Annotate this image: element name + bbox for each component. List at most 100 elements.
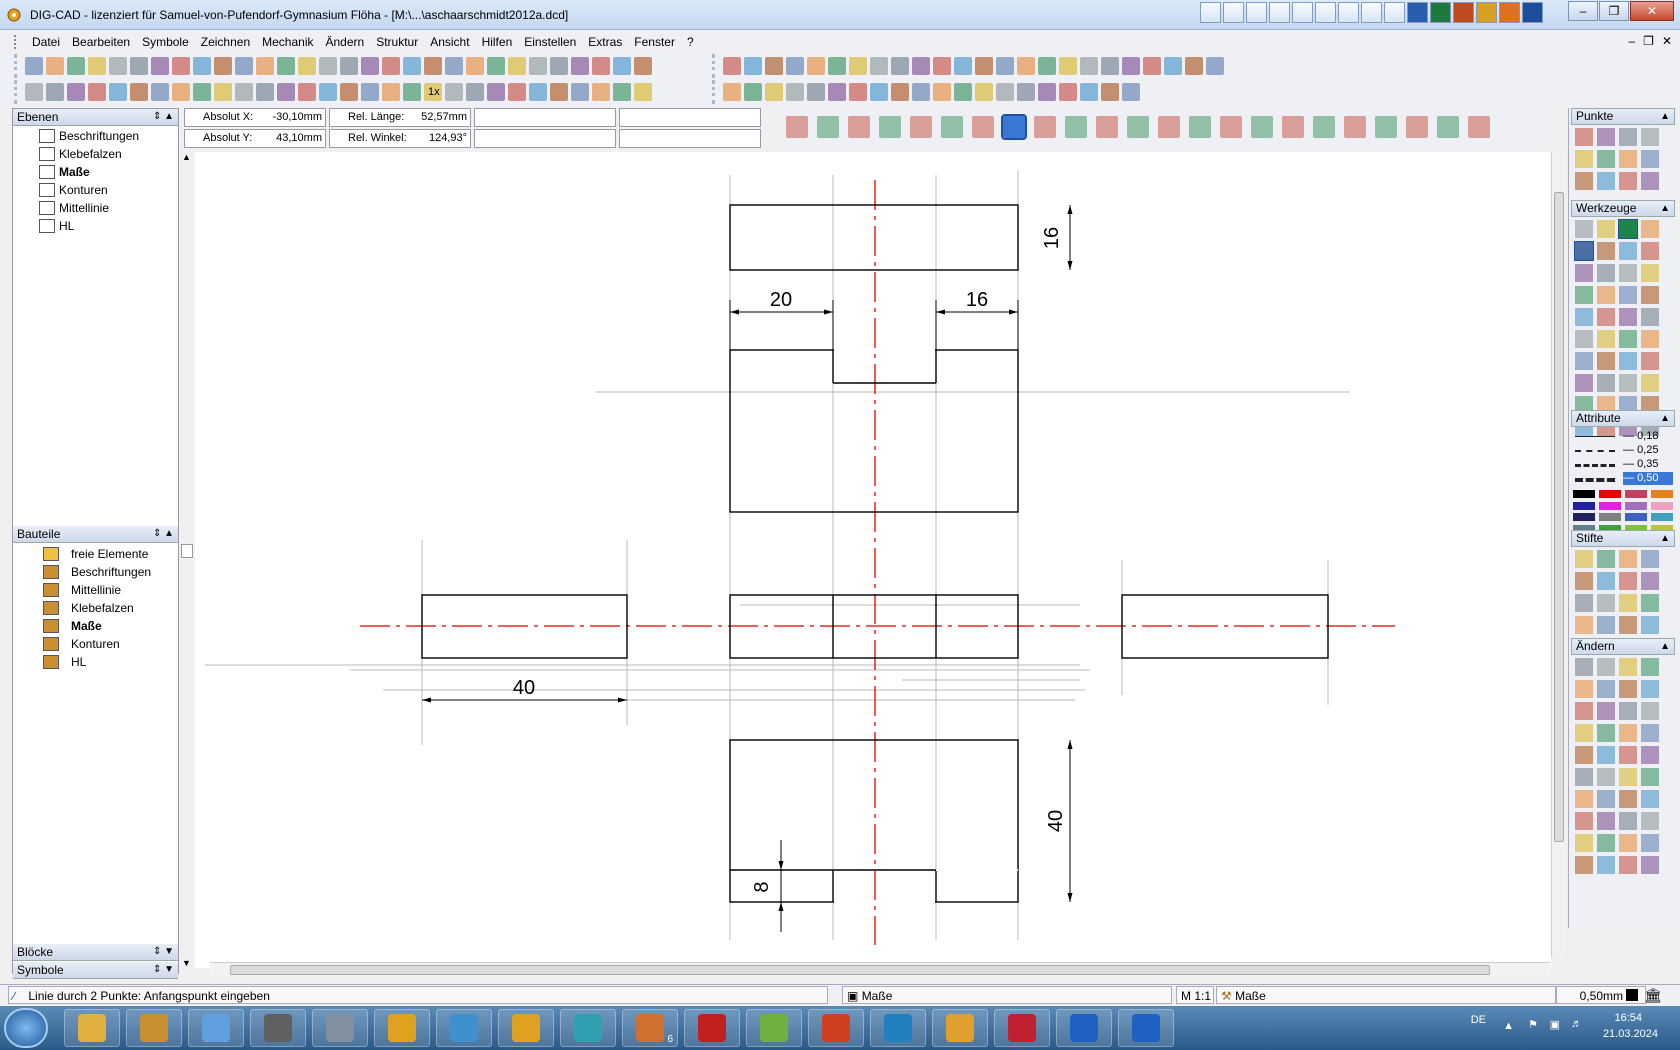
draw-tool-icon[interactable] <box>1065 116 1087 138</box>
toolbar-tool-icon[interactable] <box>298 57 316 75</box>
toolbar-tool-icon[interactable] <box>67 57 85 75</box>
volume-icon[interactable]: ♬ <box>1571 1018 1582 1030</box>
toolbar-tool-icon[interactable] <box>1101 83 1119 101</box>
panel-tool-icon[interactable] <box>1575 702 1593 720</box>
panel-tool-icon[interactable] <box>1641 834 1659 852</box>
panel-tool-icon[interactable] <box>1619 680 1637 698</box>
collapse-icon[interactable]: ▲ <box>1660 109 1670 124</box>
toolbar-tool-icon[interactable] <box>109 57 127 75</box>
minimize-button[interactable]: – <box>1568 1 1598 21</box>
collapse-icon[interactable]: ▲ <box>1660 639 1670 654</box>
line-width-option[interactable]: — 0,25 <box>1623 444 1673 457</box>
taskbar-button[interactable] <box>746 1009 802 1047</box>
panel-tool-icon[interactable] <box>1575 812 1593 830</box>
toolbar-tool-icon[interactable] <box>151 83 169 101</box>
panel-tool-icon[interactable] <box>1575 330 1593 348</box>
panel-tool-icon[interactable] <box>1597 308 1615 326</box>
panel-tool-icon[interactable] <box>1575 790 1593 808</box>
toolbar-tool-icon[interactable] <box>214 83 232 101</box>
toolbar-tool-icon[interactable] <box>172 83 190 101</box>
panel-tool-icon[interactable] <box>1619 658 1637 676</box>
line-width-option[interactable]: — 0,35 <box>1623 458 1673 471</box>
panel-tool-icon[interactable] <box>1575 308 1593 326</box>
taskbar-button[interactable] <box>684 1009 740 1047</box>
draw-tool-icon[interactable] <box>1313 116 1335 138</box>
panel-tool-icon[interactable] <box>1575 616 1593 634</box>
expand-icon[interactable]: ⇕ ▼ <box>153 944 174 960</box>
panel-tool-icon[interactable] <box>1619 746 1637 764</box>
scroll-up-icon[interactable]: ▲ <box>182 152 191 162</box>
panel-tool-icon[interactable] <box>1597 702 1615 720</box>
panel-tool-icon[interactable] <box>1575 374 1593 392</box>
color-swatch[interactable] <box>1599 513 1621 521</box>
menu-item[interactable]: Ändern <box>319 35 370 49</box>
werkzeuge-panel-header[interactable]: Werkzeuge ▲ <box>1571 200 1675 217</box>
toolbar-tool-icon[interactable] <box>214 57 232 75</box>
panel-tool-icon[interactable] <box>1619 790 1637 808</box>
draw-tool-icon[interactable] <box>1220 116 1242 138</box>
panel-tool-icon[interactable] <box>1641 150 1659 168</box>
tree-item[interactable]: Maße <box>13 617 178 635</box>
panel-tool-icon[interactable] <box>1575 128 1593 146</box>
draw-tool-icon[interactable] <box>1096 116 1118 138</box>
draw-tool-icon[interactable] <box>941 116 963 138</box>
panel-tool-icon[interactable] <box>1619 172 1637 190</box>
toolbar-tool-icon[interactable] <box>256 57 274 75</box>
panel-tool-icon[interactable] <box>1597 286 1615 304</box>
draw-tool-icon[interactable] <box>972 116 994 138</box>
toolbar-tool-icon[interactable] <box>1059 57 1077 75</box>
toolbar-tool-icon[interactable] <box>828 83 846 101</box>
toolbar-tool-icon[interactable] <box>870 83 888 101</box>
draw-tool-icon[interactable] <box>1344 116 1366 138</box>
toolbar-tool-icon[interactable] <box>508 83 526 101</box>
color-swatch[interactable] <box>1599 490 1621 498</box>
toolbar-tool-icon[interactable] <box>912 57 930 75</box>
panel-tool-icon[interactable] <box>1619 594 1637 612</box>
taskbar-button[interactable] <box>994 1009 1050 1047</box>
toolbar-tool-icon[interactable] <box>1038 83 1056 101</box>
panel-tool-icon[interactable] <box>1641 352 1659 370</box>
toolbar-tool-icon[interactable] <box>996 57 1014 75</box>
line-tool-button[interactable] <box>1001 114 1027 140</box>
toolbar-tool-icon[interactable] <box>891 83 909 101</box>
mdi-minimize-button[interactable]: – <box>1628 34 1635 48</box>
toolbar-tool-icon[interactable] <box>340 57 358 75</box>
panel-tool-icon[interactable] <box>1597 856 1615 874</box>
expand-icon[interactable]: ⇕ ▼ <box>153 962 174 978</box>
panel-tool-icon[interactable] <box>1597 594 1615 612</box>
panel-tool-icon[interactable] <box>1619 616 1637 634</box>
taskbar-button[interactable] <box>64 1009 120 1047</box>
toolbar-tool-icon[interactable] <box>1038 57 1056 75</box>
panel-tool-icon[interactable] <box>1619 768 1637 786</box>
scroll-thumb[interactable] <box>181 544 193 558</box>
vertical-scrollbar[interactable] <box>1551 152 1565 957</box>
panel-tool-icon[interactable] <box>1575 286 1593 304</box>
panel-tool-icon[interactable] <box>1619 834 1637 852</box>
draw-tool-icon[interactable] <box>1251 116 1273 138</box>
toolbar-tool-icon[interactable] <box>466 83 484 101</box>
toolbar-tool-icon[interactable] <box>382 57 400 75</box>
tree-item[interactable]: Klebefalzen <box>13 599 178 617</box>
toolbar-tool-icon[interactable] <box>25 57 43 75</box>
tree-item[interactable]: Beschriftungen <box>13 563 178 581</box>
toolbar-tool-icon[interactable] <box>849 83 867 101</box>
panel-tool-icon[interactable] <box>1597 768 1615 786</box>
line-style-option[interactable] <box>1575 464 1615 467</box>
note-icon[interactable] <box>1384 2 1405 23</box>
toolbar-tool-icon[interactable] <box>1101 57 1119 75</box>
panel-tool-icon[interactable] <box>1597 220 1615 238</box>
blocks-panel-header[interactable]: Blöcke ⇕ ▼ <box>13 944 178 961</box>
app-icon[interactable] <box>1522 2 1543 23</box>
draw-tool-icon[interactable] <box>848 116 870 138</box>
aendern-panel-header[interactable]: Ändern ▲ <box>1571 638 1675 655</box>
panel-tool-icon[interactable] <box>1597 264 1615 282</box>
toolbar-tool-icon[interactable] <box>445 83 463 101</box>
panel-tool-icon[interactable] <box>1575 220 1593 238</box>
toolbar-tool-icon[interactable] <box>361 57 379 75</box>
toolbar-tool-icon[interactable] <box>193 57 211 75</box>
symbols-panel-header[interactable]: Symbole ⇕ ▼ <box>13 962 178 979</box>
panel-tool-icon[interactable] <box>1619 150 1637 168</box>
card-icon[interactable] <box>1338 2 1359 23</box>
layers-panel-header[interactable]: Ebenen ⇕ ▲ <box>13 109 178 126</box>
panel-tool-icon[interactable] <box>1597 330 1615 348</box>
